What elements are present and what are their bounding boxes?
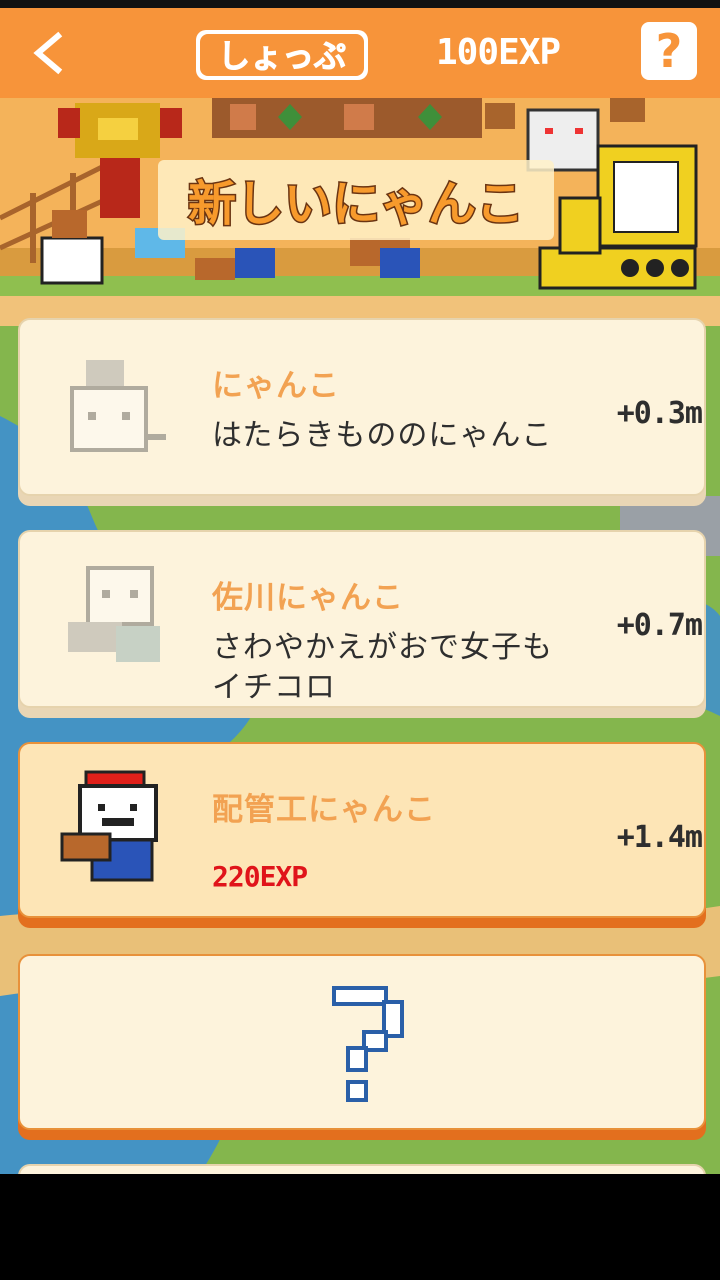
item-description: はたらきもののにゃんこ [212,418,553,453]
bottom-area [0,1174,720,1280]
item-title: 佐川にゃんこ [212,580,404,616]
shop-item-nyanko[interactable]: にゃんこ はたらきもののにゃんこ +0.3m [18,318,706,496]
help-button[interactable]: ? [641,22,697,80]
item-title: 配管工にゃんこ [212,792,436,828]
item-price: 220EXP [212,860,308,893]
svg-text:しょっぷ: しょっぷ [218,37,346,75]
exp-counter: 100EXP [436,32,561,73]
item-rate: +0.7m [616,608,703,643]
shop-logo: しょっぷ [194,26,370,84]
status-bar [0,0,720,8]
top-bar: しょっぷ 100EXP ? [0,8,720,101]
banner-title: 新しいにゃんこ [188,176,524,232]
item-title: にゃんこ [212,368,340,404]
shop-item-sagawa-nyanko[interactable]: 佐川にゃんこ さわやかえがおで女子もイチコロ +0.7m [18,530,706,708]
back-button[interactable] [20,22,80,84]
plumber-nyanko-thumbnail [58,768,178,888]
shop-item-plumber-nyanko[interactable]: 配管工にゃんこ 220EXP +1.4m [18,742,706,918]
chevron-left-icon [33,31,63,75]
question-mark-icon [330,984,410,1114]
sagawa-nyanko-thumbnail [58,560,178,680]
new-nyanko-banner: 新しいにゃんこ [0,98,720,296]
nyanko-thumbnail [58,348,178,468]
item-description: さわやかえがおで女子もイチコロ [212,630,553,705]
item-rate: +0.3m [616,396,703,431]
shop-item-locked[interactable] [18,954,706,1130]
item-rate: +1.4m [616,820,703,855]
